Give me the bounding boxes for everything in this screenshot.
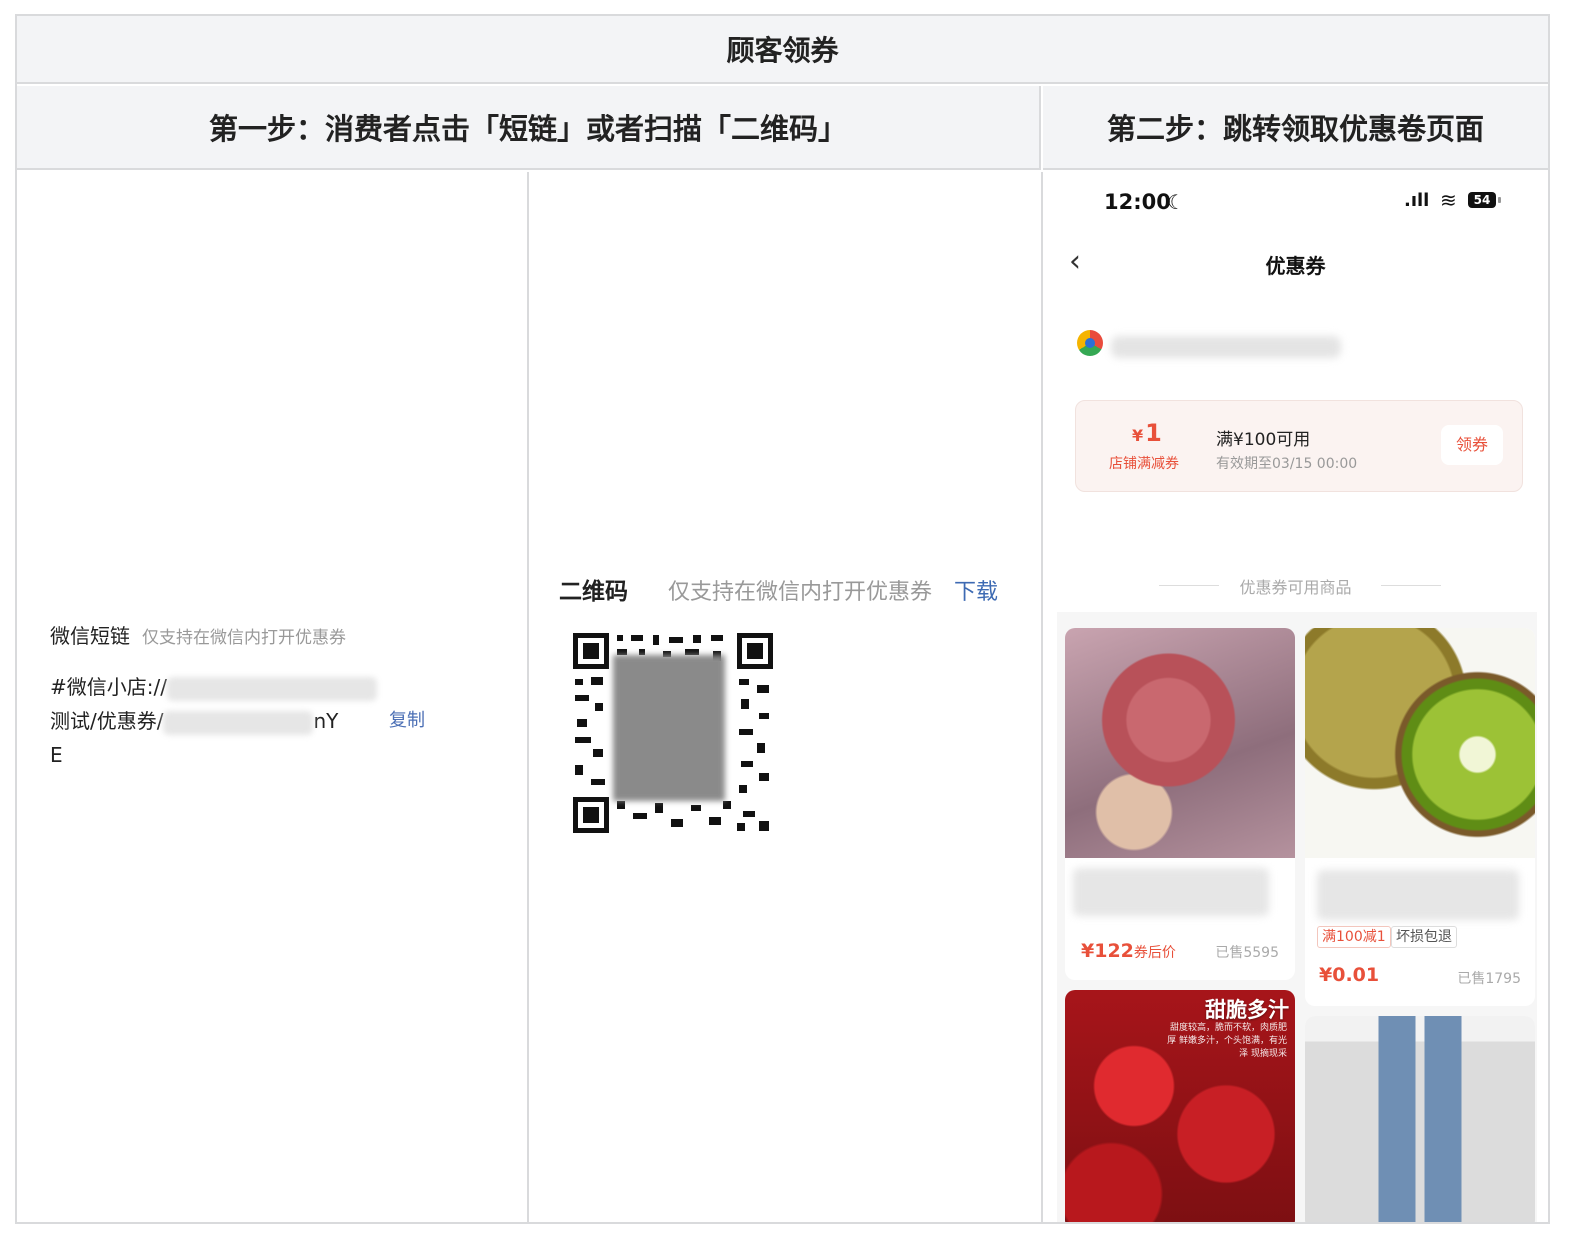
product-sold: 已售1795 xyxy=(1457,971,1521,987)
product-tag: 坏损包退 xyxy=(1391,926,1457,948)
signal-icon: .ıll xyxy=(1404,190,1430,211)
coupon-card: ¥1 店铺满减券 满¥100可用 有效期至03/15 00:00 领券 xyxy=(1075,400,1523,492)
qr-code-image xyxy=(573,633,773,833)
download-button[interactable]: 下载 xyxy=(954,574,998,606)
product-price: ¥122券后价 xyxy=(1081,940,1176,962)
coupon-type: 店铺满减券 xyxy=(1109,456,1179,472)
product-image xyxy=(1065,628,1295,858)
nav-title: 优惠券 xyxy=(1265,254,1326,278)
section-title: 优惠券可用商品 xyxy=(1239,578,1352,597)
redacted-text xyxy=(163,710,314,735)
short-link-line2: 测试/优惠券/ xyxy=(50,709,164,733)
product-card[interactable]: 满100减1 坏损包退 ¥0.01 已售1795 xyxy=(1305,628,1535,1006)
battery-icon: 54 xyxy=(1468,192,1496,208)
short-link-line1: #微信小店:// xyxy=(50,675,167,699)
qr-header: 二维码 仅支持在微信内打开优惠券 下载 xyxy=(559,572,998,606)
redacted-text xyxy=(166,676,377,701)
product-image xyxy=(1305,628,1535,858)
product-card[interactable] xyxy=(1305,1016,1535,1222)
qr-redaction xyxy=(613,655,725,801)
coupon-flow-table: 顾客领券 第一步：消费者点击「短链」或者扫描「二维码」 第二步：跳转领取优惠卷页… xyxy=(15,14,1550,1224)
status-time: 12:00 xyxy=(1104,190,1171,214)
short-link-hint: 仅支持在微信内打开优惠券 xyxy=(142,628,346,648)
column-divider xyxy=(527,172,529,1222)
shop-name-redacted xyxy=(1111,336,1341,358)
short-link-line3: E xyxy=(50,743,63,767)
table-title: 顾客领券 xyxy=(17,16,1548,84)
step2-header: 第二步：跳转领取优惠卷页面 xyxy=(1043,86,1548,170)
product-name-redacted xyxy=(1073,868,1269,916)
short-link-title: 微信短链 xyxy=(50,624,130,648)
product-image-text: 甜脆多汁 xyxy=(1205,998,1289,1022)
product-name-redacted xyxy=(1317,870,1519,920)
shop-logo-icon xyxy=(1077,330,1103,356)
product-card[interactable]: 甜脆多汁 甜度较高，脆而不软，肉质肥厚 鲜嫩多汁，个头饱满，有光泽 现摘现采 xyxy=(1065,990,1295,1222)
short-link-header: 微信短链 仅支持在微信内打开优惠券 xyxy=(50,620,346,649)
step1-header: 第一步：消费者点击「短链」或者扫描「二维码」 xyxy=(17,86,1041,170)
wifi-icon: ≋ xyxy=(1440,188,1457,212)
coupon-expiry: 有效期至03/15 00:00 xyxy=(1216,456,1358,472)
battery-tip xyxy=(1498,197,1501,203)
product-image-subtext: 甜度较高，脆而不软，肉质肥厚 鲜嫩多汁，个头饱满，有光泽 现摘现采 xyxy=(1167,1023,1287,1059)
product-price: ¥0.01 xyxy=(1319,964,1380,986)
copy-button[interactable]: 复制 xyxy=(389,706,425,732)
section-divider xyxy=(1381,585,1441,586)
qr-title: 二维码 xyxy=(559,579,628,605)
product-tag: 满100减1 xyxy=(1317,926,1391,948)
coupon-amount: ¥1 xyxy=(1132,419,1162,447)
coupon-condition: 满¥100可用 xyxy=(1216,430,1311,450)
product-sold: 已售5595 xyxy=(1215,945,1279,961)
product-card[interactable]: ¥122券后价 已售5595 xyxy=(1065,628,1295,980)
product-image xyxy=(1305,1016,1535,1222)
short-link-line2-suffix: nY xyxy=(313,709,339,733)
moon-icon: ☾ xyxy=(1167,190,1185,214)
qr-hint: 仅支持在微信内打开优惠券 xyxy=(668,580,933,605)
phone-screen: 12:00 ☾ .ıll ≋ 54 ‹ 优惠券 ¥1 店铺满减券 满¥100可用… xyxy=(1043,172,1548,1222)
claim-coupon-button[interactable]: 领券 xyxy=(1441,425,1503,465)
